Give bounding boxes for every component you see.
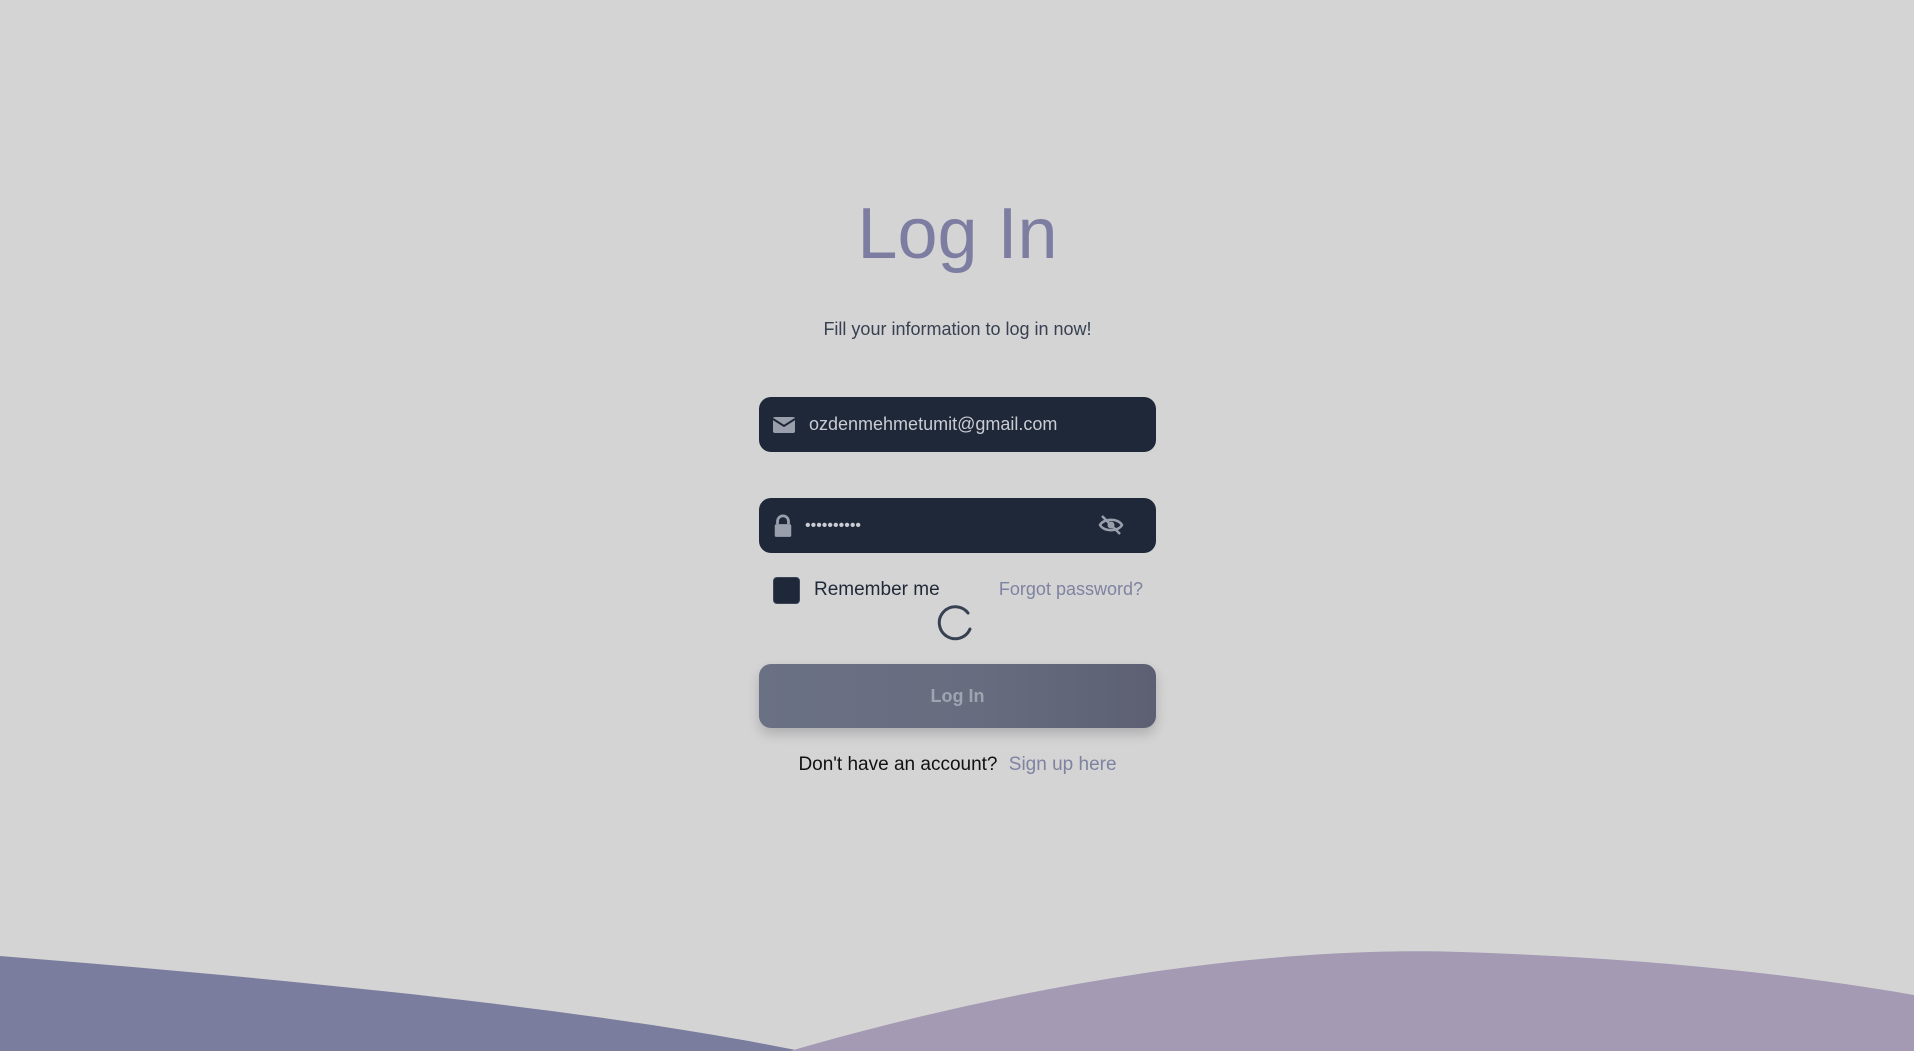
lock-icon [774,514,792,537]
spinner-icon [937,605,972,641]
signup-question: Don't have an account? [798,754,998,775]
login-page: Log In Fill your information to log in n… [0,0,1914,1051]
remember-checkbox[interactable] [773,576,800,604]
page-title: Log In [857,194,1058,274]
remember-me[interactable]: Remember me [773,576,940,604]
page-subtitle: Fill your information to log in now! [823,319,1092,339]
email-input[interactable] [809,397,1109,452]
eye-slash-icon[interactable] [1097,512,1125,538]
signup-row: Don't have an account? Sign up here [759,754,1156,776]
forgot-password-link[interactable]: Forgot password? [999,579,1143,600]
login-button[interactable]: Log In [759,664,1156,728]
password-field[interactable]: •••••••••• [759,498,1156,553]
signup-link[interactable]: Sign up here [1009,754,1117,775]
password-input[interactable]: •••••••••• [805,498,1105,553]
email-field[interactable] [759,397,1156,452]
remember-label: Remember me [814,579,940,600]
envelope-icon [772,417,796,433]
wave-left [0,956,800,1051]
wave-right [790,951,1914,1051]
